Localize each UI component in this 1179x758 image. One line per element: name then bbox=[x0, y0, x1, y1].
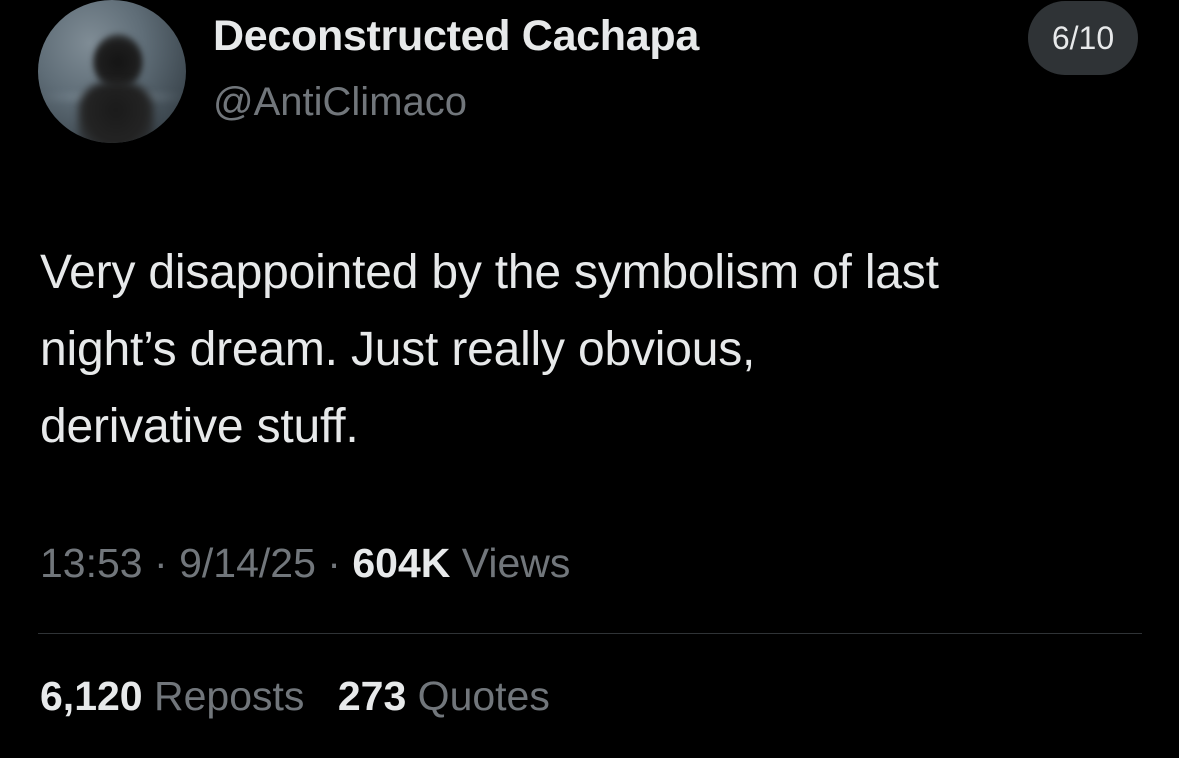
views-count: 604K bbox=[352, 540, 451, 586]
reposts-stat[interactable]: 6,120 Reposts bbox=[40, 673, 316, 719]
author-handle[interactable]: @AntiClimaco bbox=[213, 80, 467, 125]
quotes-label: Quotes bbox=[417, 673, 550, 719]
tweet-date[interactable]: 9/14/25 bbox=[179, 540, 316, 586]
quotes-stat[interactable]: 273 Quotes bbox=[338, 673, 550, 719]
divider bbox=[38, 633, 1142, 634]
author-display-name[interactable]: Deconstructed Cachapa bbox=[213, 12, 699, 61]
tweet-time[interactable]: 13:53 bbox=[40, 540, 143, 586]
meta-separator: · bbox=[327, 540, 341, 586]
views-label: Views bbox=[461, 540, 571, 586]
meta-separator: · bbox=[154, 540, 168, 586]
tweet-stats: 6,120 Reposts 273 Quotes bbox=[40, 673, 572, 720]
quotes-count: 273 bbox=[337, 673, 407, 719]
tweet-text-line: Very disappointed by the symbolism of la… bbox=[40, 246, 939, 299]
avatar[interactable] bbox=[38, 0, 186, 143]
tweet-text-line: derivative stuff. bbox=[40, 400, 359, 453]
avatar-silhouette-body bbox=[78, 82, 154, 143]
reposts-label: Reposts bbox=[154, 673, 305, 719]
reposts-count: 6,120 bbox=[40, 673, 143, 719]
tweet-meta: 13:53 · 9/14/25 · 604K Views bbox=[40, 540, 570, 587]
pagination-badge: 6/10 bbox=[1028, 1, 1138, 75]
tweet-text: Very disappointed by the symbolism of la… bbox=[40, 234, 1150, 465]
tweet-text-line: night’s dream. Just really obvious, bbox=[40, 323, 756, 376]
